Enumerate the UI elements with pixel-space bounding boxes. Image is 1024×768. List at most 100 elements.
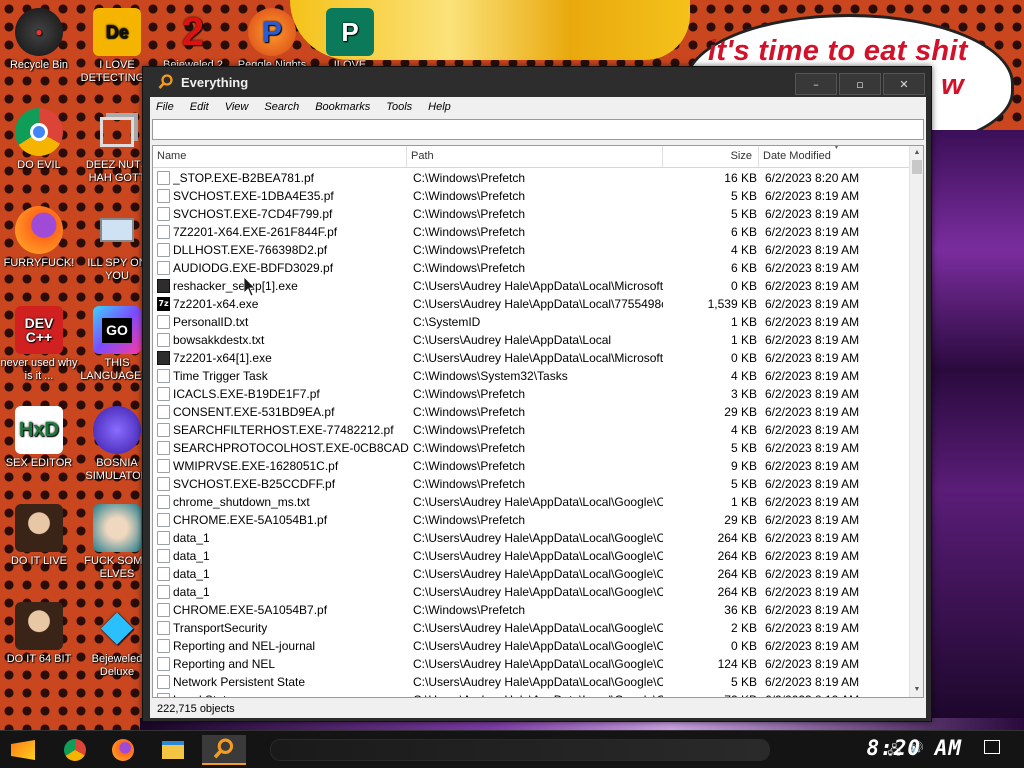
cell-date: 6/2/2023 8:19 AM	[765, 693, 905, 697]
start-button[interactable]	[4, 735, 42, 765]
table-row[interactable]: bowsakkdestx.txt C:\Users\Audrey Hale\App…	[153, 331, 911, 349]
cell-date: 6/2/2023 8:19 AM	[765, 387, 860, 401]
table-row[interactable]: _STOP.EXE-B2BEA781.pf C:\Windows\Prefetch…	[153, 169, 911, 187]
file-icon	[157, 585, 170, 599]
table-row[interactable]: DLLHOST.EXE-766398D2.pf C:\Windows\Prefet…	[153, 241, 911, 259]
column-size[interactable]: Size	[663, 146, 759, 167]
cell-path: C:\Windows\Prefetch	[413, 477, 526, 491]
file-icon	[157, 243, 170, 257]
table-row[interactable]: Local State C:\Users\Audrey Hale\AppData\…	[153, 691, 911, 697]
taskbar-file-explorer[interactable]	[154, 735, 192, 765]
cell-size: 0 KB	[730, 279, 757, 293]
menu-search[interactable]: Search	[264, 101, 299, 113]
table-row[interactable]: ICACLS.EXE-B19DE1F7.pf C:\Windows\Prefetc…	[153, 385, 911, 403]
table-row[interactable]: Time Trigger Task C:\Windows\System32\Tas…	[153, 367, 911, 385]
title-bar[interactable]: Everything – ▫ ✕	[143, 67, 931, 97]
table-row[interactable]: SEARCHFILTERHOST.EXE-77482212.pf C:\Windo…	[153, 421, 911, 439]
desktop-icon-bejeweled2[interactable]: 2 Bejeweled 2	[158, 8, 228, 72]
menu-bookmarks[interactable]: Bookmarks	[315, 101, 370, 113]
file-icon	[157, 171, 170, 185]
cell-path: C:\Users\Audrey Hale\AppData\Local\Googl…	[413, 495, 663, 509]
cell-date: 6/2/2023 8:19 AM	[765, 603, 860, 617]
table-row[interactable]: SVCHOST.EXE-B25CCDFF.pf C:\Windows\Prefet…	[153, 475, 911, 493]
taskbar-clock[interactable]: 8:20 AM	[866, 736, 962, 760]
close-button[interactable]: ✕	[883, 73, 925, 95]
cell-name: SEARCHPROTOCOLHOST.EXE-0CB8CADE.pf	[173, 441, 409, 455]
desktop-icon-sex-editor[interactable]: HxD SEX EDITOR	[0, 406, 78, 470]
cell-name: data_1	[173, 567, 210, 581]
mouse-cursor-icon	[243, 276, 256, 297]
table-row[interactable]: SVCHOST.EXE-7CD4F799.pf C:\Windows\Prefet…	[153, 205, 911, 223]
table-row[interactable]: data_1 C:\Users\Audrey Hale\AppData\Local…	[153, 529, 911, 547]
cell-date: 6/2/2023 8:19 AM	[765, 369, 860, 383]
taskbar-everything[interactable]	[202, 735, 246, 765]
desktop-icon-devcpp[interactable]: DEV C++ never used why is it ...	[0, 306, 78, 383]
menu-help[interactable]: Help	[428, 101, 451, 113]
bejeweled-icon: 2	[181, 9, 205, 54]
cell-name: data_1	[173, 549, 210, 563]
table-row[interactable]: CHROME.EXE-5A1054B1.pf C:\Windows\Prefetc…	[153, 511, 911, 529]
maximize-button[interactable]: ▫	[839, 73, 881, 95]
cell-size: 4 KB	[730, 243, 757, 257]
everything-window[interactable]: Everything – ▫ ✕ File Edit View Search B…	[142, 66, 932, 722]
portrait-icon	[15, 504, 63, 552]
results-list[interactable]: Name Path Size Date Modified ▼ _STOP.EXE…	[152, 145, 924, 698]
minimize-button[interactable]: –	[795, 73, 837, 95]
table-row[interactable]: 7Z2201-X64.EXE-261F844F.pf C:\Windows\Pre…	[153, 223, 911, 241]
column-path[interactable]: Path	[407, 146, 663, 167]
table-row[interactable]: Network Persistent State C:\Users\Audrey …	[153, 673, 911, 691]
table-row[interactable]: PersonalID.txt C:\SystemID 1 KB 6/2/2023 8:…	[153, 313, 911, 331]
table-row[interactable]: SVCHOST.EXE-1DBA4E35.pf C:\Windows\Prefet…	[153, 187, 911, 205]
table-row[interactable]: SEARCHPROTOCOLHOST.EXE-0CB8CADE.pf C:\Win…	[153, 439, 911, 457]
table-row[interactable]: CONSENT.EXE-531BD9EA.pf C:\Windows\Prefet…	[153, 403, 911, 421]
menu-edit[interactable]: Edit	[190, 101, 209, 113]
notifications-icon[interactable]	[984, 740, 1000, 754]
vertical-scrollbar[interactable]: ▲ ▼	[909, 146, 923, 697]
table-row[interactable]: Reporting and NEL C:\Users\Audrey Hale\Ap…	[153, 655, 911, 673]
table-row[interactable]: data_1 C:\Users\Audrey Hale\AppData\Local…	[153, 547, 911, 565]
desktop-icon-do-evil[interactable]: DO EVIL	[0, 108, 78, 172]
taskbar-chrome[interactable]	[56, 735, 94, 765]
menu-file[interactable]: File	[156, 101, 174, 113]
table-row[interactable]: TransportSecurity C:\Users\Audrey Hale\Ap…	[153, 619, 911, 637]
menu-tools[interactable]: Tools	[386, 101, 412, 113]
taskbar-firefox[interactable]	[104, 735, 142, 765]
table-row[interactable]: 7z2201-x64[1].exe C:\Users\Audrey Hale\Ap…	[153, 349, 911, 367]
scroll-down-icon[interactable]: ▼	[910, 683, 923, 697]
desktop-icon-recycle-bin[interactable]: ● Recycle Bin	[0, 8, 78, 72]
elf-game-icon	[93, 504, 141, 552]
file-icon	[157, 333, 170, 347]
file-icon	[157, 513, 170, 527]
file-icon	[157, 207, 170, 221]
menu-view[interactable]: View	[225, 101, 249, 113]
peggle-icon: P	[248, 8, 296, 56]
desktop-icon-peggle[interactable]: P Peggle Nights	[234, 8, 310, 72]
scroll-thumb[interactable]	[912, 160, 922, 174]
goland-icon: GO	[93, 306, 141, 354]
table-row[interactable]: chrome_shutdown_ms.txt C:\Users\Audrey Ha…	[153, 493, 911, 511]
desktop-icon-do-it-live[interactable]: DO IT LIVE	[0, 504, 78, 568]
cell-path: C:\Windows\Prefetch	[413, 405, 526, 419]
table-row[interactable]: WMIPRVSE.EXE-1628051C.pf C:\Windows\Prefe…	[153, 457, 911, 475]
desktop-icon-ilove[interactable]: P ILOVE	[312, 8, 388, 72]
table-row[interactable]: AUDIODG.EXE-BDFD3029.pf C:\Windows\Prefet…	[153, 259, 911, 277]
cell-name: data_1	[173, 585, 210, 599]
table-row[interactable]: 7z 7z2201-x64.exe C:\Users\Audrey Hale\App…	[153, 295, 911, 313]
table-row[interactable]: Reporting and NEL-journal C:\Users\Audrey…	[153, 637, 911, 655]
cell-date: 6/2/2023 8:19 AM	[765, 225, 860, 239]
cell-size: 0 KB	[730, 351, 757, 365]
cell-path: C:\Windows\Prefetch	[413, 261, 526, 275]
executable-icon	[157, 351, 170, 365]
cell-name: CHROME.EXE-5A1054B1.pf	[173, 513, 328, 527]
scroll-up-icon[interactable]: ▲	[910, 146, 923, 160]
desktop-icon-furryfuck[interactable]: FURRYFUCK!	[0, 206, 78, 270]
table-row[interactable]: data_1 C:\Users\Audrey Hale\AppData\Local…	[153, 565, 911, 583]
table-row[interactable]: data_1 C:\Users\Audrey Hale\AppData\Local…	[153, 583, 911, 601]
table-row[interactable]: reshacker_setup[1].exe C:\Users\Audrey Ha…	[153, 277, 911, 295]
search-input[interactable]	[152, 119, 924, 140]
cell-name: _STOP.EXE-B2BEA781.pf	[173, 171, 314, 185]
cell-name: chrome_shutdown_ms.txt	[173, 495, 310, 509]
table-row[interactable]: CHROME.EXE-5A1054B7.pf C:\Windows\Prefetc…	[153, 601, 911, 619]
desktop-icon-64bit[interactable]: DO IT 64 BIT	[0, 602, 78, 666]
column-name[interactable]: Name	[153, 146, 407, 167]
